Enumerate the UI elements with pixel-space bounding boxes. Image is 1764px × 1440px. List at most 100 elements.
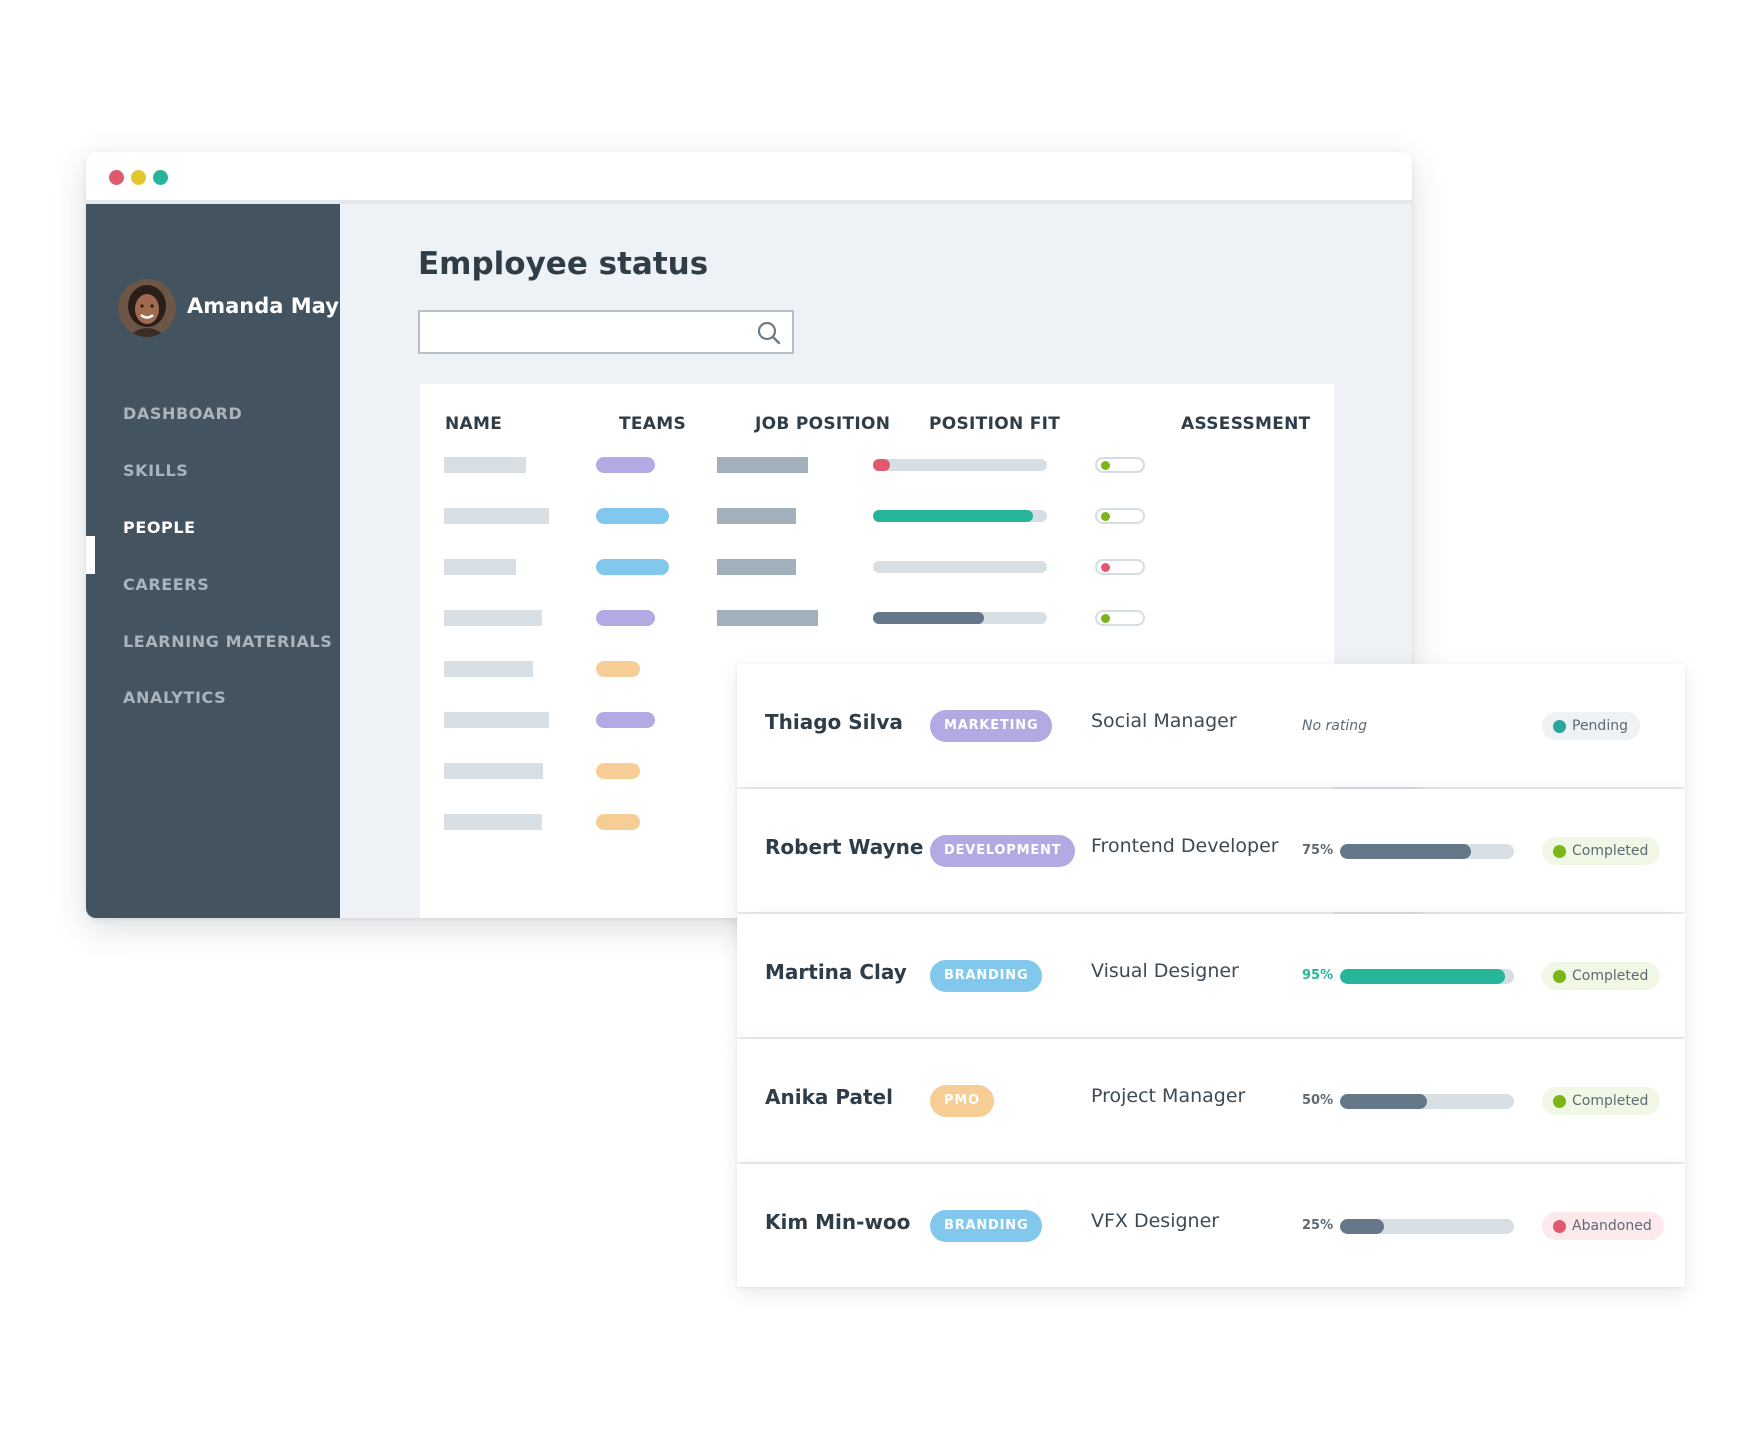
search-input[interactable] <box>420 312 764 352</box>
avatar[interactable] <box>118 279 176 337</box>
employee-name: Martina Clay <box>765 960 907 984</box>
column-header-teams[interactable]: TEAMS <box>619 414 686 434</box>
employee-name: Anika Patel <box>765 1085 893 1109</box>
team-placeholder <box>596 559 669 575</box>
position-fit-bar <box>1340 844 1514 859</box>
assessment-indicator <box>1101 614 1110 623</box>
position-fit-bar <box>873 510 1047 522</box>
team-placeholder <box>596 610 655 626</box>
status-label: Completed <box>1572 968 1649 984</box>
position-fit-bar <box>1340 969 1514 984</box>
job-position: Visual Designer <box>1091 960 1239 982</box>
job-placeholder <box>717 457 808 473</box>
fit-percent-label: 75% <box>1302 843 1334 858</box>
team-badge: BRANDING <box>930 960 1043 992</box>
nav-item-people[interactable]: PEOPLE <box>123 518 196 537</box>
position-fit-bar <box>1340 1219 1514 1234</box>
assessment-indicator <box>1101 563 1110 572</box>
name-placeholder <box>444 712 549 728</box>
assessment-toggle[interactable] <box>1095 457 1145 473</box>
name-placeholder <box>444 508 549 524</box>
column-header-job-position[interactable]: JOB POSITION <box>755 414 890 434</box>
employee-name: Thiago Silva <box>765 710 903 734</box>
name-placeholder <box>444 661 533 677</box>
column-header-name[interactable]: NAME <box>445 414 502 434</box>
name-placeholder <box>444 559 516 575</box>
employee-row[interactable]: Martina Clay BRANDING Visual Designer 95… <box>737 914 1685 1037</box>
status-badge: Completed <box>1542 1087 1661 1115</box>
team-placeholder <box>596 457 655 473</box>
status-label: Completed <box>1572 1093 1649 1109</box>
status-badge: Completed <box>1542 962 1661 990</box>
search-icon[interactable] <box>756 320 782 346</box>
nav-item-learning-materials[interactable]: LEARNING MATERIALS <box>123 632 332 651</box>
assessment-toggle[interactable] <box>1095 559 1145 575</box>
fit-percent-label: 25% <box>1302 1218 1334 1233</box>
team-placeholder <box>596 508 669 524</box>
employee-name: Kim Min-woo <box>765 1210 911 1234</box>
status-badge: Abandoned <box>1542 1212 1664 1240</box>
position-fit-fill <box>1340 969 1506 984</box>
team-badge: MARKETING <box>930 710 1053 742</box>
maximize-window-button[interactable] <box>153 170 168 185</box>
team-placeholder <box>596 814 640 830</box>
assessment-indicator <box>1101 512 1110 521</box>
position-fit-bar <box>873 459 1047 471</box>
window-titlebar <box>86 152 1412 204</box>
page-title: Employee status <box>418 246 709 282</box>
assessment-toggle[interactable] <box>1095 508 1145 524</box>
sidebar: Amanda May DASHBOARD SKILLS PEOPLE CAREE… <box>86 204 340 918</box>
status-dot <box>1553 1095 1566 1108</box>
status-badge: Pending <box>1542 712 1640 740</box>
active-nav-indicator <box>86 536 95 574</box>
team-badge: BRANDING <box>930 1210 1043 1242</box>
status-label: Abandoned <box>1572 1218 1652 1234</box>
fit-percent-label: 95% <box>1302 968 1334 983</box>
status-dot <box>1553 720 1566 733</box>
close-window-button[interactable] <box>109 170 124 185</box>
team-placeholder <box>596 712 655 728</box>
name-placeholder <box>444 763 543 779</box>
job-placeholder <box>717 610 818 626</box>
user-name: Amanda May <box>187 294 339 318</box>
job-position: Project Manager <box>1091 1085 1246 1107</box>
nav-item-analytics[interactable]: ANALYTICS <box>123 688 226 707</box>
minimize-window-button[interactable] <box>131 170 146 185</box>
employee-row[interactable]: Kim Min-woo BRANDING VFX Designer 25% Ab… <box>737 1164 1685 1287</box>
assessment-toggle[interactable] <box>1095 610 1145 626</box>
job-placeholder <box>717 508 796 524</box>
position-fit-fill <box>873 459 891 471</box>
employee-name: Robert Wayne <box>765 835 924 859</box>
search-box <box>418 310 794 354</box>
column-header-position-fit[interactable]: POSITION FIT <box>929 414 1060 434</box>
status-badge: Completed <box>1542 837 1661 865</box>
assessment-indicator <box>1101 461 1110 470</box>
status-label: Completed <box>1572 843 1649 859</box>
position-fit-fill <box>1340 844 1471 859</box>
team-placeholder <box>596 763 640 779</box>
nav-item-careers[interactable]: CAREERS <box>123 575 209 594</box>
nav-item-skills[interactable]: SKILLS <box>123 461 188 480</box>
employee-row[interactable]: Anika Patel PMO Project Manager 50% Comp… <box>737 1039 1685 1162</box>
status-dot <box>1553 845 1566 858</box>
status-dot <box>1553 970 1566 983</box>
position-fit-fill <box>873 510 1034 522</box>
position-fit-fill <box>1340 1219 1384 1234</box>
team-badge: DEVELOPMENT <box>930 835 1076 867</box>
status-label: Pending <box>1572 718 1628 734</box>
rating-text: No rating <box>1302 718 1367 734</box>
job-position: Frontend Developer <box>1091 835 1279 857</box>
job-position: Social Manager <box>1091 710 1237 732</box>
position-fit-bar <box>1340 1094 1514 1109</box>
position-fit-fill <box>873 612 985 624</box>
position-fit-bar <box>873 612 1047 624</box>
column-header-assessment[interactable]: ASSESSMENT <box>1181 414 1311 434</box>
team-badge: PMO <box>930 1085 994 1117</box>
employee-row[interactable]: Robert Wayne DEVELOPMENT Frontend Develo… <box>737 789 1685 912</box>
status-dot <box>1553 1220 1566 1233</box>
name-placeholder <box>444 814 542 830</box>
nav-item-dashboard[interactable]: DASHBOARD <box>123 404 242 423</box>
position-fit-bar <box>873 561 1047 573</box>
employee-row[interactable]: Thiago Silva MARKETING Social Manager No… <box>737 664 1685 787</box>
job-placeholder <box>717 559 796 575</box>
